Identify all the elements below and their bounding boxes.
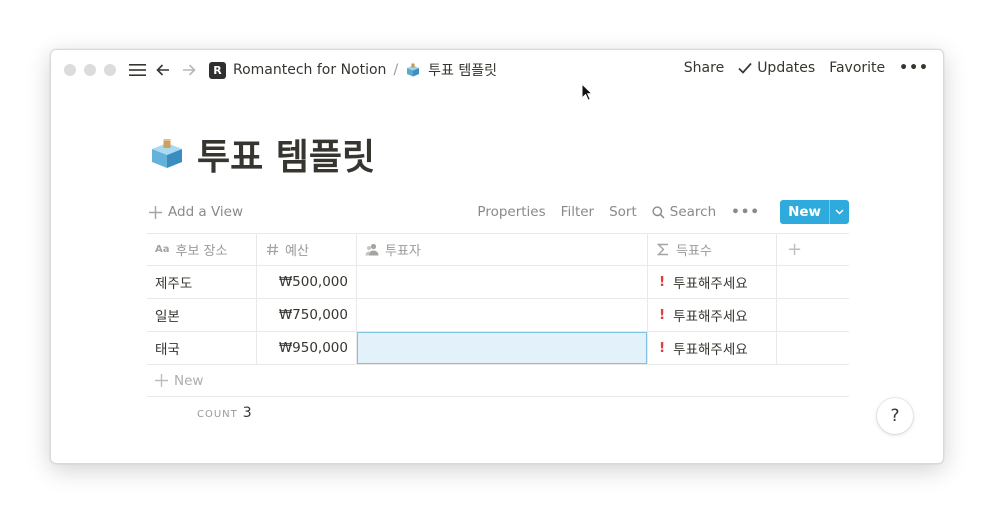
toolbar-tools: Properties Filter Sort Search ••• New	[477, 200, 849, 224]
more-options-button[interactable]: •••	[899, 60, 929, 76]
database-table: Aa 후보 장소 예산 투표자 득표수 + 제주도 ₩500,000 ! 투표해…	[147, 233, 849, 397]
mouse-cursor-icon	[581, 83, 593, 101]
cell-empty	[777, 299, 849, 331]
minimize-window-button[interactable]	[84, 64, 96, 76]
add-column-button[interactable]: +	[777, 234, 849, 265]
forward-arrow-icon[interactable]	[179, 60, 199, 80]
cell-budget[interactable]: ₩950,000	[257, 332, 357, 364]
column-header-label: 투표자	[385, 244, 421, 259]
new-record-button-group: New	[780, 200, 849, 224]
window-controls	[64, 64, 116, 76]
share-button[interactable]: Share	[684, 60, 724, 76]
cell-budget[interactable]: ₩500,000	[257, 266, 357, 298]
exclamation-icon: !	[659, 307, 666, 323]
column-header-voters[interactable]: 투표자	[357, 234, 648, 265]
topbar: R Romantech for Notion / 투표 템플릿 Share Up…	[51, 50, 943, 90]
page-header: 투표 템플릿	[149, 128, 375, 180]
plus-icon	[155, 374, 168, 387]
add-view-label: Add a View	[168, 204, 244, 220]
cell-empty	[777, 266, 849, 298]
title-icon: Aa	[155, 244, 170, 255]
cell-budget[interactable]: ₩750,000	[257, 299, 357, 331]
breadcrumb: R Romantech for Notion / 투표 템플릿	[209, 60, 497, 80]
app-window: R Romantech for Notion / 투표 템플릿 Share Up…	[50, 49, 944, 464]
count-value: 3	[242, 405, 252, 421]
favorite-button[interactable]: Favorite	[829, 60, 885, 76]
number-icon	[265, 243, 279, 257]
new-record-button[interactable]: New	[780, 200, 829, 224]
search-icon	[652, 205, 665, 219]
cell-place[interactable]: 일본	[147, 299, 257, 331]
cell-votes[interactable]: ! 투표해주세요	[648, 266, 777, 298]
count-label: COUNT	[197, 409, 238, 420]
close-window-button[interactable]	[64, 64, 76, 76]
ballot-box-icon	[407, 63, 420, 77]
cell-votes-text: 투표해주세요	[673, 309, 748, 325]
maximize-window-button[interactable]	[104, 64, 116, 76]
updates-button[interactable]: Updates	[738, 60, 815, 76]
cell-votes[interactable]: ! 투표해주세요	[648, 299, 777, 331]
breadcrumb-page[interactable]: 투표 템플릿	[428, 60, 497, 80]
updates-label: Updates	[757, 60, 816, 76]
sigma-icon	[656, 243, 670, 257]
cell-voters-selected[interactable]	[357, 332, 648, 364]
plus-icon	[149, 205, 162, 219]
table-row[interactable]: 제주도 ₩500,000 ! 투표해주세요	[147, 266, 849, 299]
person-icon	[365, 243, 379, 257]
menu-icon[interactable]	[127, 60, 147, 80]
chevron-down-icon[interactable]	[829, 200, 849, 224]
table-row[interactable]: 태국 ₩950,000 ! 투표해주세요	[147, 332, 849, 365]
back-arrow-icon[interactable]	[153, 60, 173, 80]
cell-voters[interactable]	[357, 299, 648, 331]
column-header-label: 득표수	[676, 244, 712, 259]
topbar-actions: Share Updates Favorite •••	[684, 60, 929, 76]
cell-votes[interactable]: ! 투표해주세요	[648, 332, 777, 364]
table-row[interactable]: 일본 ₩750,000 ! 투표해주세요	[147, 299, 849, 332]
sort-button[interactable]: Sort	[609, 204, 637, 220]
exclamation-icon: !	[659, 274, 666, 290]
cell-empty	[777, 332, 849, 364]
column-header-budget[interactable]: 예산	[257, 234, 357, 265]
database-toolbar: Add a View Properties Filter Sort Search…	[149, 200, 849, 224]
breadcrumb-workspace[interactable]: Romantech for Notion	[233, 62, 386, 78]
workspace-logo-icon[interactable]: R	[209, 61, 226, 79]
column-header-label: 예산	[285, 244, 309, 259]
search-label: Search	[669, 204, 717, 220]
cell-place[interactable]: 태국	[147, 332, 257, 364]
cell-votes-text: 투표해주세요	[673, 276, 748, 292]
filter-button[interactable]: Filter	[561, 204, 594, 220]
view-more-button[interactable]: •••	[731, 204, 760, 220]
column-header-place[interactable]: Aa 후보 장소	[147, 234, 257, 265]
count-footer[interactable]: COUNT 3	[197, 405, 252, 421]
add-row-button[interactable]: New	[147, 365, 849, 397]
add-view-button[interactable]: Add a View	[149, 204, 243, 220]
page-title[interactable]: 투표 템플릿	[197, 128, 375, 180]
column-header-votes[interactable]: 득표수	[648, 234, 777, 265]
cell-voters[interactable]	[357, 266, 648, 298]
breadcrumb-separator: /	[393, 62, 399, 78]
column-header-label: 후보 장소	[175, 244, 228, 259]
ballot-box-icon[interactable]	[149, 136, 185, 172]
check-icon	[738, 62, 752, 74]
search-button[interactable]: Search	[652, 204, 716, 220]
nav-buttons	[127, 60, 199, 80]
exclamation-icon: !	[659, 340, 666, 356]
add-row-label: New	[174, 372, 204, 389]
help-button[interactable]: ?	[877, 398, 913, 434]
table-header-row: Aa 후보 장소 예산 투표자 득표수 +	[147, 233, 849, 266]
cell-place[interactable]: 제주도	[147, 266, 257, 298]
cell-votes-text: 투표해주세요	[673, 342, 748, 358]
properties-button[interactable]: Properties	[477, 204, 545, 220]
